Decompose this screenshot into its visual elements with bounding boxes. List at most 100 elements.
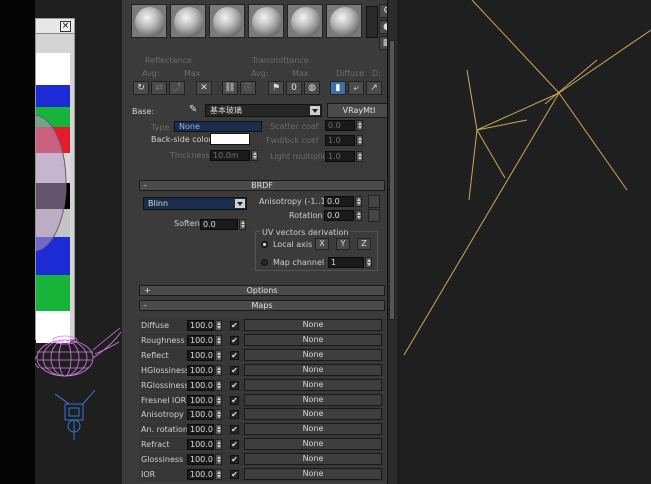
make-copy-icon[interactable]: ⛓ bbox=[222, 81, 238, 95]
floating-preview-window[interactable]: × bbox=[35, 18, 75, 343]
chevron-down-icon[interactable] bbox=[235, 199, 245, 208]
sample-slot-4[interactable] bbox=[248, 4, 284, 38]
anisotropy-map-button[interactable] bbox=[368, 195, 380, 208]
soften-field[interactable]: 0.0 bbox=[200, 219, 238, 230]
put-to-library-icon[interactable]: ⚑ bbox=[268, 81, 284, 95]
sample-slot-scrollbar[interactable] bbox=[366, 6, 378, 38]
axis-y-button[interactable]: Y bbox=[336, 238, 350, 250]
map-channel-field[interactable]: 1 bbox=[328, 257, 364, 268]
maps-rollout-header[interactable]: - Maps bbox=[139, 300, 385, 311]
scatter-coef-field[interactable]: 0.0 bbox=[325, 120, 355, 131]
anisotropy-spinner[interactable] bbox=[355, 196, 362, 207]
map-amount-spinner[interactable] bbox=[215, 424, 222, 435]
floating-window-titlebar[interactable]: × bbox=[36, 19, 74, 34]
axis-z-button[interactable]: Z bbox=[357, 238, 371, 250]
get-material-icon[interactable]: ↻ bbox=[133, 81, 149, 95]
map-amount-field[interactable]: 100.0 bbox=[187, 439, 214, 450]
map-amount-field[interactable]: 100.0 bbox=[187, 380, 214, 391]
go-forward-icon[interactable]: ↗ bbox=[366, 81, 382, 95]
anisotropy-field[interactable]: 0.0 bbox=[324, 196, 354, 207]
map-enable-checkbox[interactable]: ✔ bbox=[230, 351, 239, 360]
chevron-down-icon[interactable] bbox=[310, 106, 320, 115]
map-amount-field[interactable]: 100.0 bbox=[187, 424, 214, 435]
rotation-field[interactable]: 0.0 bbox=[324, 210, 354, 221]
map-amount-field[interactable]: 100.0 bbox=[187, 395, 214, 406]
map-amount-spinner[interactable] bbox=[215, 409, 222, 420]
light-multiplier-spinner[interactable] bbox=[356, 151, 363, 162]
map-slot-button[interactable]: None bbox=[244, 453, 382, 465]
map-amount-spinner[interactable] bbox=[215, 469, 222, 480]
make-unique-icon[interactable]: ⎘ bbox=[240, 81, 256, 95]
type-dropdown[interactable]: None bbox=[174, 121, 262, 132]
sample-slot-3[interactable] bbox=[209, 4, 245, 38]
material-name-field[interactable]: 基本玻璃 bbox=[205, 104, 322, 117]
map-amount-spinner[interactable] bbox=[215, 439, 222, 450]
map-amount-field[interactable]: 100.0 bbox=[187, 469, 214, 480]
map-enable-checkbox[interactable]: ✔ bbox=[230, 425, 239, 434]
brdf-type-dropdown[interactable]: Blinn bbox=[143, 197, 247, 210]
map-slot-button[interactable]: None bbox=[244, 394, 382, 406]
sample-slot-6[interactable] bbox=[326, 4, 362, 38]
map-enable-checkbox[interactable]: ✔ bbox=[230, 321, 239, 330]
options-rollout-header[interactable]: + Options bbox=[139, 285, 385, 296]
sample-slot-2[interactable] bbox=[170, 4, 206, 38]
panel-scrollbar-thumb[interactable] bbox=[389, 40, 395, 320]
map-slot-button[interactable]: None bbox=[244, 379, 382, 391]
fwd-bck-coef-field[interactable]: 1.0 bbox=[325, 135, 355, 146]
map-amount-field[interactable]: 100.0 bbox=[187, 320, 214, 331]
map-enable-checkbox[interactable]: ✔ bbox=[230, 470, 239, 479]
go-to-parent-icon[interactable]: ⤶ bbox=[348, 81, 364, 95]
map-slot-button[interactable]: None bbox=[244, 408, 382, 420]
map-enable-checkbox[interactable]: ✔ bbox=[230, 336, 239, 345]
map-slot-button[interactable]: None bbox=[244, 423, 382, 435]
rotation-spinner[interactable] bbox=[355, 210, 362, 221]
thickness-field[interactable]: 10.0m bbox=[210, 150, 250, 161]
light-multiplier-field[interactable]: 1.0 bbox=[325, 151, 355, 162]
rotation-map-button[interactable] bbox=[368, 209, 380, 222]
map-amount-spinner[interactable] bbox=[215, 365, 222, 376]
put-to-scene-icon[interactable]: ⇄ bbox=[151, 81, 167, 95]
map-enable-checkbox[interactable]: ✔ bbox=[230, 366, 239, 375]
show-in-viewport-icon[interactable]: ◍ bbox=[304, 81, 320, 95]
map-enable-checkbox[interactable]: ✔ bbox=[230, 410, 239, 419]
fwd-bck-coef-spinner[interactable] bbox=[356, 135, 363, 146]
map-amount-field[interactable]: 100.0 bbox=[187, 454, 214, 465]
map-amount-field[interactable]: 100.0 bbox=[187, 409, 214, 420]
thickness-spinner[interactable] bbox=[251, 150, 258, 161]
close-icon[interactable]: × bbox=[60, 21, 71, 32]
scatter-coef-spinner[interactable] bbox=[356, 120, 363, 131]
map-amount-spinner[interactable] bbox=[215, 395, 222, 406]
map-enable-checkbox[interactable]: ✔ bbox=[230, 440, 239, 449]
map-amount-spinner[interactable] bbox=[215, 454, 222, 465]
map-slot-button[interactable]: None bbox=[244, 334, 382, 346]
map-amount-spinner[interactable] bbox=[215, 380, 222, 391]
material-type-button[interactable]: VRayMtl bbox=[327, 103, 391, 118]
helper-object-wireframe[interactable] bbox=[55, 390, 100, 450]
soften-spinner[interactable] bbox=[239, 219, 246, 230]
map-amount-field[interactable]: 100.0 bbox=[187, 335, 214, 346]
map-slot-button[interactable]: None bbox=[244, 364, 382, 376]
map-amount-field[interactable]: 100.0 bbox=[187, 365, 214, 376]
map-slot-button[interactable]: None bbox=[244, 349, 382, 361]
sample-slot-1[interactable] bbox=[131, 4, 167, 38]
brdf-rollout-header[interactable]: - BRDF bbox=[139, 180, 385, 191]
map-channel-radio[interactable] bbox=[261, 259, 268, 266]
map-amount-field[interactable]: 100.0 bbox=[187, 350, 214, 361]
map-amount-spinner[interactable] bbox=[215, 350, 222, 361]
sample-slot-5[interactable] bbox=[287, 4, 323, 38]
show-end-result-icon[interactable]: ▮ bbox=[330, 81, 346, 95]
assign-material-icon[interactable]: ⤴ bbox=[169, 81, 185, 95]
map-enable-checkbox[interactable]: ✔ bbox=[230, 455, 239, 464]
map-amount-spinner[interactable] bbox=[215, 320, 222, 331]
map-channel-spinner[interactable] bbox=[365, 257, 372, 268]
map-slot-button[interactable]: None bbox=[244, 319, 382, 331]
map-amount-spinner[interactable] bbox=[215, 335, 222, 346]
map-enable-checkbox[interactable]: ✔ bbox=[230, 381, 239, 390]
map-slot-button[interactable]: None bbox=[244, 468, 382, 480]
pick-material-icon[interactable]: ✎ bbox=[189, 104, 203, 117]
reset-map-icon[interactable]: ✕ bbox=[196, 81, 212, 95]
material-id-icon[interactable]: 0 bbox=[286, 81, 302, 95]
axis-x-button[interactable]: X bbox=[315, 238, 329, 250]
map-slot-button[interactable]: None bbox=[244, 438, 382, 450]
map-enable-checkbox[interactable]: ✔ bbox=[230, 396, 239, 405]
